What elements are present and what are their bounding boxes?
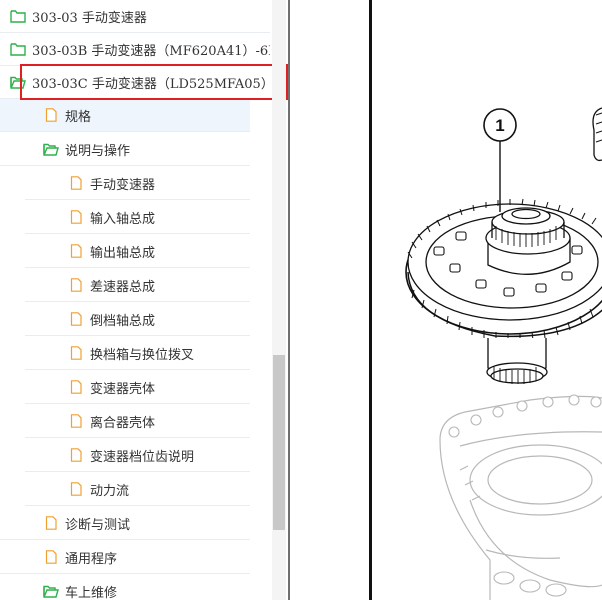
page-icon <box>68 448 84 462</box>
folder-icon <box>10 9 26 23</box>
tree-item-label: 303-03B 手动变速器（MF620A41）-6MT <box>32 43 270 59</box>
folder-open-icon <box>10 75 26 89</box>
tree-item-label: 通用程序 <box>65 551 118 567</box>
folder-open-icon <box>43 584 59 598</box>
tree-item-output-shaft[interactable]: 输出轴总成 <box>25 235 250 268</box>
page-icon <box>43 550 59 564</box>
tree-item-input-shaft[interactable]: 输入轴总成 <box>25 201 250 234</box>
tree-item-label: 差速器总成 <box>90 279 156 295</box>
tree-item-description-operation[interactable]: 说明与操作 <box>0 133 250 166</box>
page-icon <box>43 108 59 122</box>
tree-item-in-vehicle-repair[interactable]: 车上维修 <box>0 575 250 600</box>
page-icon <box>68 278 84 292</box>
tree-item-label: 离合器壳体 <box>90 415 156 431</box>
page-icon <box>68 380 84 394</box>
tree-item-specifications[interactable]: 规格 <box>0 99 250 132</box>
page-icon <box>68 312 84 326</box>
scrollbar-thumb[interactable] <box>273 355 285 530</box>
tree-item-reverse-shaft[interactable]: 倒档轴总成 <box>25 303 250 336</box>
tree-item-label: 规格 <box>65 109 92 125</box>
tree-item-label: 换档箱与换位拨叉 <box>90 347 195 363</box>
tree-item-label: 车上维修 <box>65 585 118 600</box>
tree-item-power-flow[interactable]: 动力流 <box>25 473 250 506</box>
tree-item-label: 动力流 <box>90 483 130 499</box>
document-viewer: 1 <box>290 0 602 600</box>
page-icon <box>68 346 84 360</box>
folder-open-icon <box>43 142 59 156</box>
tree-item-label: 303-03 手动变速器 <box>32 10 147 26</box>
tree-item-transmission-case[interactable]: 变速器壳体 <box>25 371 250 404</box>
navigation-tree: 303-03 手动变速器 303-03B 手动变速器（MF620A41）-6MT… <box>0 0 288 600</box>
tree-item-label: 输入轴总成 <box>90 211 156 227</box>
tree-item-manual-transmission[interactable]: 手动变速器 <box>25 167 250 200</box>
tree-item-shift-box[interactable]: 换档箱与换位拨叉 <box>25 337 250 370</box>
tree-item-clutch-housing[interactable]: 离合器壳体 <box>25 405 250 438</box>
tree-item-label: 诊断与测试 <box>65 517 131 533</box>
callout-number: 1 <box>495 116 504 135</box>
page-icon <box>68 176 84 190</box>
page-icon <box>68 244 84 258</box>
tree-item-label: 倒档轴总成 <box>90 313 156 329</box>
tree-item-general-procedures[interactable]: 通用程序 <box>0 541 250 574</box>
page-icon <box>43 516 59 530</box>
page-icon <box>68 210 84 224</box>
tree-item-303-03[interactable]: 303-03 手动变速器 <box>0 0 270 33</box>
differential-assembly-diagram: 1 <box>405 107 602 600</box>
tree-item-label: 说明与操作 <box>65 143 131 159</box>
tree-item-label: 303-03C 手动变速器（LD525MFA05）-5MT <box>32 76 270 92</box>
tree-item-diagnosis-testing[interactable]: 诊断与测试 <box>0 507 250 540</box>
tree-item-label: 变速器档位齿说明 <box>90 449 195 465</box>
tree-item-303-03c[interactable]: 303-03C 手动变速器（LD525MFA05）-5MT <box>0 66 270 99</box>
tree-item-label: 输出轴总成 <box>90 245 156 261</box>
tree-item-label: 变速器壳体 <box>90 381 156 397</box>
tree-item-gear-description[interactable]: 变速器档位齿说明 <box>25 439 250 472</box>
tree-item-differential[interactable]: 差速器总成 <box>25 269 250 302</box>
tree-item-303-03b[interactable]: 303-03B 手动变速器（MF620A41）-6MT <box>0 33 270 66</box>
tree-item-label: 手动变速器 <box>90 177 156 193</box>
page-icon <box>68 482 84 496</box>
page-icon <box>68 414 84 428</box>
folder-icon <box>10 42 26 56</box>
